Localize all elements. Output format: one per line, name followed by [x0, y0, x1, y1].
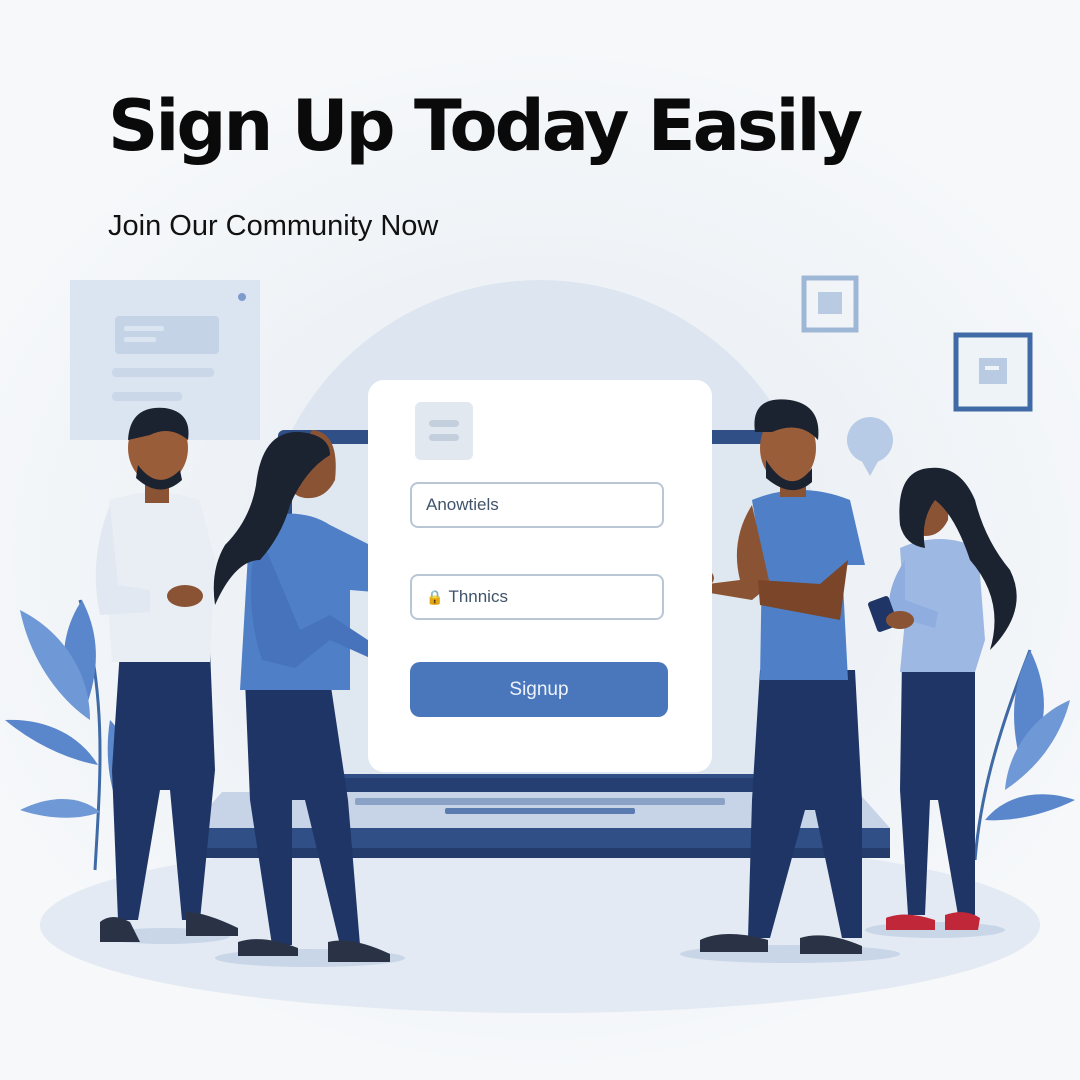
- username-input[interactable]: [426, 495, 662, 515]
- password-input[interactable]: [448, 587, 662, 607]
- subheadline: Join Our Community Now: [108, 210, 439, 242]
- signup-form-card: 🔒 Signup: [368, 380, 712, 772]
- chat-bubble-icon: [847, 417, 893, 476]
- password-field[interactable]: 🔒: [410, 574, 664, 620]
- lock-icon: 🔒: [426, 588, 444, 605]
- signup-promo-banner: Sign Up Today Easily Join Our Community …: [0, 0, 1080, 1080]
- form-avatar-icon: [415, 402, 473, 460]
- headline: Sign Up Today Easily: [108, 85, 863, 167]
- small-picture-frame: [801, 275, 859, 333]
- large-picture-frame: [953, 332, 1033, 412]
- username-field[interactable]: [410, 482, 664, 528]
- signup-button[interactable]: Signup: [410, 662, 668, 717]
